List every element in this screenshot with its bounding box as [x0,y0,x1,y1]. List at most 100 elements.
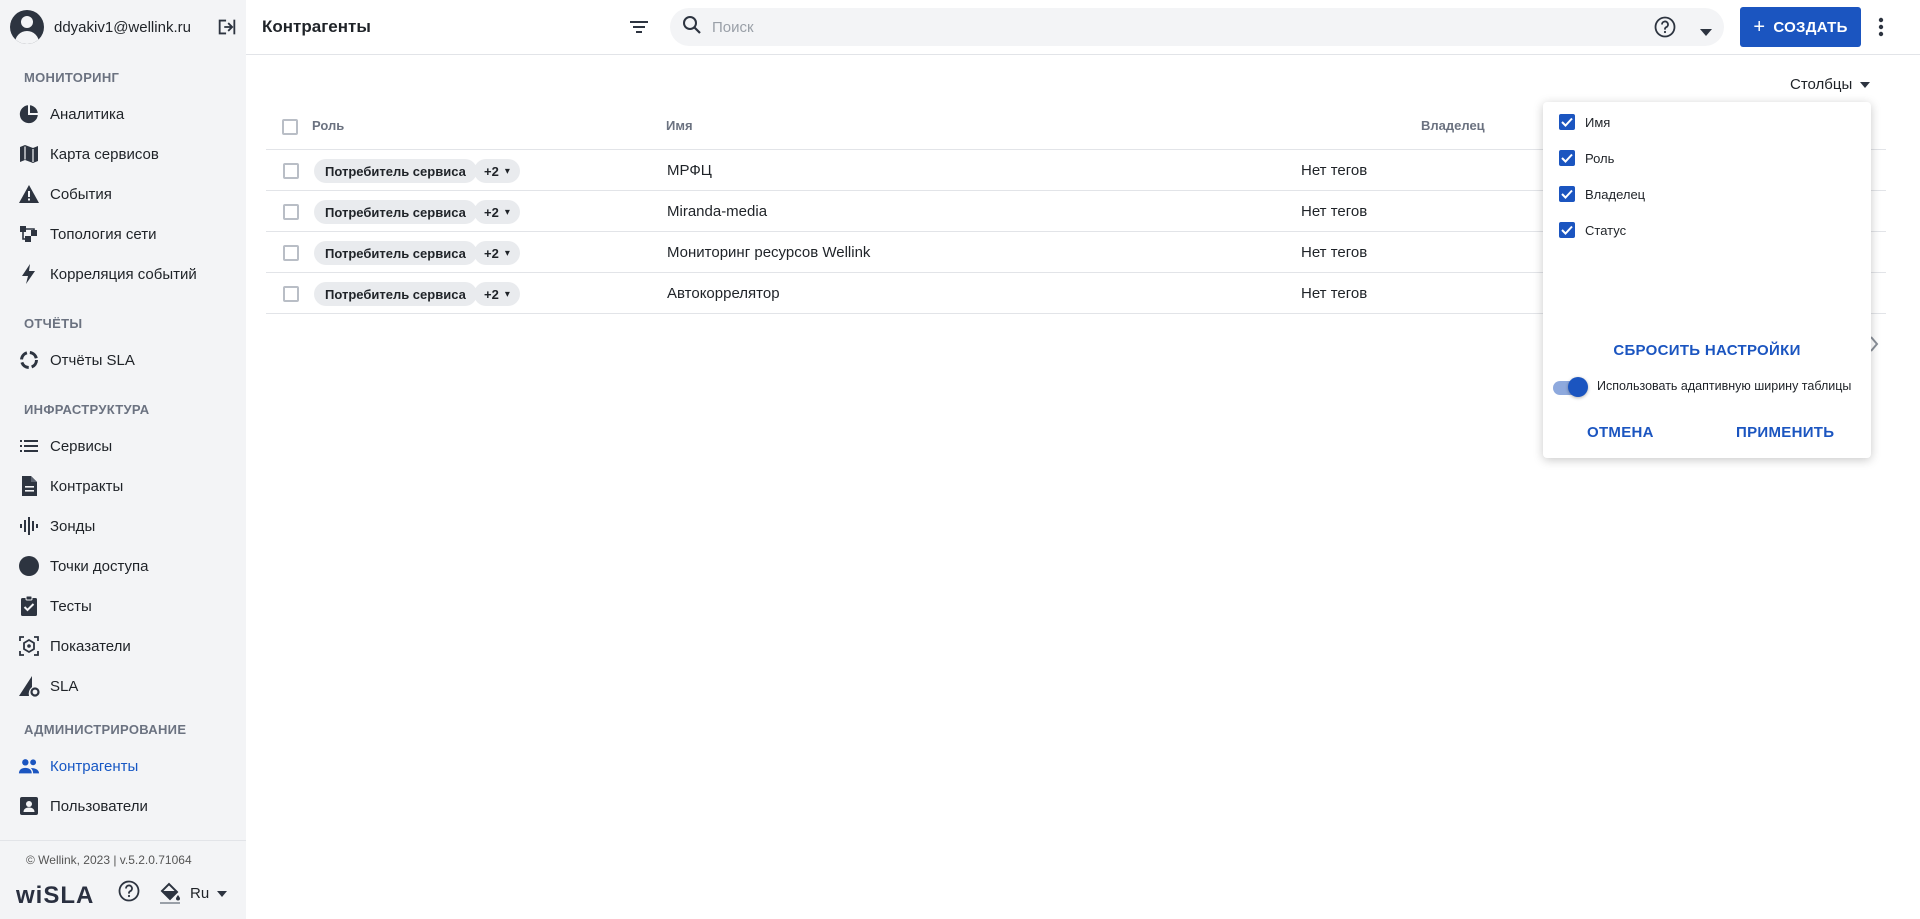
sidebar-item-analytics[interactable]: Аналитика [0,94,246,134]
checkbox-checked-icon[interactable] [1559,222,1575,238]
column-header-name[interactable]: Имя [666,118,693,133]
sidebar-item-users[interactable]: Пользователи [0,786,246,826]
page-title: Контрагенты [262,17,371,36]
columns-popup: Имя Роль Владелец Статус СБРОСИТЬ НАСТРО… [1543,102,1871,458]
row-tags: Нет тегов [1301,203,1368,220]
checkbox-checked-icon[interactable] [1559,114,1575,130]
column-option-label: Имя [1585,114,1611,130]
column-option-label: Владелец [1585,186,1646,202]
row-tags: Нет тегов [1301,285,1368,302]
list-icon [18,435,40,457]
section-infrastructure: ИНФРАСТРУКТУРА [24,402,150,417]
row-name: Мониторинг ресурсов Wellink [667,244,871,261]
row-name: МРФЦ [667,162,712,179]
columns-button-label: Столбцы [1790,76,1853,93]
pie-chart-icon [18,103,40,125]
select-all-checkbox[interactable] [282,119,298,135]
user-email: ddyakiv1@wellink.ru [54,18,191,36]
row-tags: Нет тегов [1301,244,1368,261]
search-help-icon[interactable] [1654,16,1676,43]
sidebar-item-contracts[interactable]: Контракты [0,466,246,506]
column-option-status[interactable]: Статус [1559,220,1626,240]
paint-bucket-icon[interactable] [158,881,182,910]
sidebar-footer-divider [0,840,246,841]
column-option-owner[interactable]: Владелец [1559,184,1645,204]
column-option-role[interactable]: Роль [1559,148,1614,168]
sidebar-item-services[interactable]: Сервисы [0,426,246,466]
sidebar-item-label: Отчёты SLA [50,351,135,369]
role-more-count: +2 [484,286,499,302]
sidebar-item-label: Аналитика [50,105,125,123]
topology-icon [18,223,40,245]
caret-down-icon [1860,81,1871,88]
role-more-count: +2 [484,245,499,261]
adaptive-width-toggle[interactable] [1553,376,1589,398]
sla-gear-icon [18,675,40,697]
sidebar-item-indicators[interactable]: Показатели [0,626,246,666]
avatar-icon [10,10,44,44]
document-icon [18,475,40,497]
reset-settings-button[interactable]: СБРОСИТЬ НАСТРОЙКИ [1543,342,1871,359]
help-icon[interactable] [118,880,140,907]
search-options-dropdown-icon[interactable] [1700,23,1712,41]
lightning-icon [18,263,40,285]
column-header-owner[interactable]: Владелец [1421,118,1485,133]
more-vert-icon[interactable] [1878,16,1884,43]
role-chip: Потребитель сервиса [314,200,477,224]
search-input[interactable] [712,18,1612,36]
cancel-button[interactable]: ОТМЕНА [1587,424,1654,441]
column-header-role[interactable]: Роль [312,118,344,133]
sidebar-item-sla[interactable]: SLA [0,666,246,706]
role-more-count: +2 [484,163,499,179]
column-option-label: Роль [1585,150,1615,166]
section-administration: АДМИНИСТРИРОВАНИЕ [24,722,187,737]
plus-icon: + [1753,16,1766,38]
role-more-chip[interactable]: +2 ▾ [474,282,520,306]
role-more-chip[interactable]: +2 ▾ [474,241,520,265]
sidebar-item-label: Точки доступа [50,557,149,575]
checkbox-checked-icon[interactable] [1559,150,1575,166]
expand-tick-icon: ▾ [504,165,510,177]
logout-icon[interactable] [216,16,238,38]
columns-button[interactable]: Столбцы [1790,76,1871,93]
apply-button[interactable]: ПРИМЕНИТЬ [1736,424,1834,441]
search-icon [682,15,702,40]
role-more-chip[interactable]: +2 ▾ [474,159,520,183]
create-button[interactable]: + СОЗДАТЬ [1740,7,1861,47]
role-more-chip[interactable]: +2 ▾ [474,200,520,224]
toggle-knob [1568,377,1588,397]
sidebar-item-label: SLA [50,677,79,695]
sidebar-item-events[interactable]: События [0,174,246,214]
sidebar-item-service-map[interactable]: Карта сервисов [0,134,246,174]
section-monitoring: МОНИТОРИНГ [24,70,120,85]
sidebar-item-label: События [50,185,112,203]
warning-icon [18,183,40,205]
sidebar-item-correlation[interactable]: Корреляция событий [0,254,246,294]
sidebar-item-counterparties[interactable]: Контрагенты [0,746,246,786]
row-checkbox[interactable] [283,204,299,220]
sidebar-item-access-points[interactable]: Точки доступа [0,546,246,586]
create-button-label: СОЗДАТЬ [1773,18,1848,36]
language-value: Ru [190,885,210,902]
clipboard-check-icon [18,595,40,617]
sidebar-item-topology[interactable]: Топология сети [0,214,246,254]
row-checkbox[interactable] [283,286,299,302]
role-more-count: +2 [484,204,499,220]
language-select[interactable]: Ru [190,885,228,902]
map-icon [18,143,40,165]
role-chip: Потребитель сервиса [314,282,477,306]
sidebar-item-label: Сервисы [50,437,113,455]
circle-progress-icon [18,349,40,371]
sidebar-item-tests[interactable]: Тесты [0,586,246,626]
filter-icon[interactable] [628,16,650,43]
top-bar: Контрагенты + СОЗДАТЬ [246,0,1920,55]
row-checkbox[interactable] [283,245,299,261]
row-checkbox[interactable] [283,163,299,179]
sidebar-item-probes[interactable]: Зонды [0,506,246,546]
sidebar-item-sla-reports[interactable]: Отчёты SLA [0,340,246,380]
caret-down-icon [217,890,228,897]
checkbox-checked-icon[interactable] [1559,186,1575,202]
column-option-name[interactable]: Имя [1559,112,1610,132]
copyright: © Wellink, 2023 | v.5.2.0.71064 [26,853,192,867]
user-profile[interactable]: ddyakiv1@wellink.ru [10,9,238,45]
